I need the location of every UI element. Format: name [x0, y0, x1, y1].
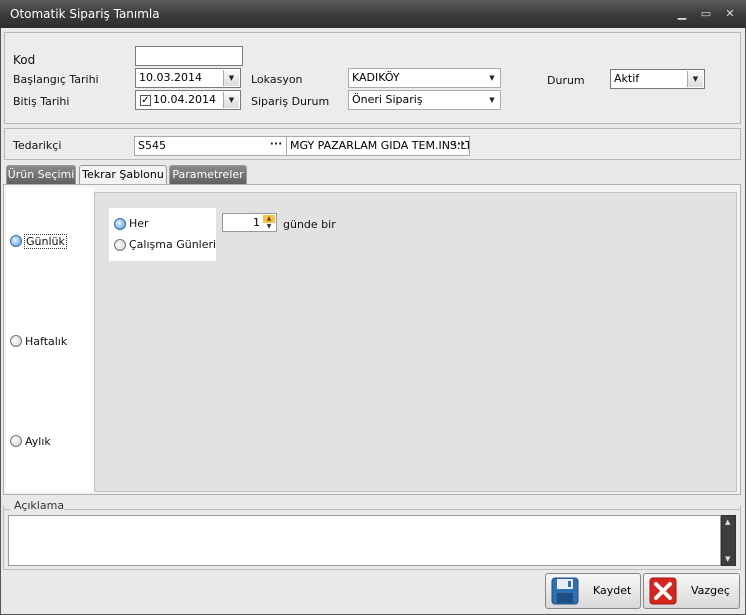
title-bar: Otomatik Sipariş Tanımla ▁ ▭ ✕: [0, 0, 746, 28]
lokasyon-value: KADIKÖY: [352, 71, 400, 84]
her-label[interactable]: Her: [129, 217, 149, 230]
header-panel: Kod Başlangıç Tarihi 10.03.2014 ▼ Bitiş …: [4, 32, 741, 124]
bitis-checkbox[interactable]: ✓: [140, 95, 151, 106]
radio-her[interactable]: [114, 218, 126, 230]
spin-up-icon[interactable]: ▲: [263, 215, 275, 223]
radio-haftalik[interactable]: [10, 335, 22, 347]
notes-textarea[interactable]: [8, 515, 721, 566]
supplier-name-lookup-icon[interactable]: ···: [451, 138, 467, 154]
siparis-durum-label: Sipariş Durum: [251, 95, 330, 108]
close-icon[interactable]: ✕: [722, 6, 738, 22]
scroll-down-icon[interactable]: ▼: [725, 555, 730, 563]
lokasyon-label: Lokasyon: [251, 73, 303, 86]
gunluk-label[interactable]: Günlük: [24, 234, 67, 249]
aciklama-label: Açıklama: [14, 499, 65, 512]
maximize-icon[interactable]: ▭: [698, 6, 714, 22]
daily-options-panel: Her Çalışma Günleri 1 ▲ ▼ günde bir: [94, 192, 737, 492]
durum-dropdown-icon[interactable]: ▼: [687, 71, 703, 87]
interval-value: 1: [253, 216, 260, 229]
calisma-gunleri-label[interactable]: Çalışma Günleri: [129, 238, 216, 251]
notes-group-line-right: [64, 509, 741, 510]
floppy-disk-icon: [551, 577, 579, 605]
baslangic-date-field[interactable]: 10.03.2014 ▼: [135, 68, 241, 88]
spin-down-icon[interactable]: ▼: [263, 223, 275, 231]
bitis-label: Bitiş Tarihi: [13, 95, 70, 108]
siparis-durum-select[interactable]: Öneri Sipariş ▼: [348, 90, 501, 110]
siparis-durum-value: Öneri Sipariş: [352, 93, 423, 106]
durum-value: Aktif: [614, 72, 640, 85]
aylik-label[interactable]: Aylık: [25, 435, 51, 448]
notes-group-line-left: [4, 509, 10, 510]
tab-tekrar-sablonu[interactable]: Tekrar Şablonu: [79, 165, 167, 186]
siparis-durum-dropdown-icon[interactable]: ▼: [486, 93, 498, 107]
tedarikci-label: Tedarikçi: [13, 139, 62, 152]
supplier-name-field[interactable]: MGY PAZARLAM GIDA TEM.INS.LTD ···: [286, 136, 470, 156]
baslangic-date-value: 10.03.2014: [139, 71, 202, 84]
supplier-panel: Tedarikçi S545 ··· MGY PAZARLAM GIDA TEM…: [4, 128, 741, 160]
daily-mode-group: Her Çalışma Günleri: [109, 208, 216, 261]
interval-spinner[interactable]: 1 ▲ ▼: [222, 213, 277, 232]
kod-input[interactable]: [135, 46, 243, 66]
baslangic-label: Başlangıç Tarihi: [13, 73, 99, 86]
tab-parametreler[interactable]: Parametreler: [169, 165, 247, 185]
radio-calisma-gunleri[interactable]: [114, 239, 126, 251]
durum-label: Durum: [547, 74, 585, 87]
bitis-dropdown-icon[interactable]: ▼: [223, 92, 239, 108]
haftalik-label[interactable]: Haftalık: [25, 335, 67, 348]
supplier-code-field[interactable]: S545 ···: [134, 136, 287, 156]
window-title: Otomatik Sipariş Tanımla: [10, 7, 160, 21]
scroll-up-icon[interactable]: ▲: [725, 518, 730, 526]
cancel-button[interactable]: Vazgeç: [643, 573, 740, 609]
cancel-x-icon: [649, 577, 677, 605]
kod-label: Kod: [13, 53, 36, 67]
cancel-button-label: Vazgeç: [691, 584, 730, 597]
durum-select[interactable]: Aktif ▼: [610, 69, 705, 89]
radio-gunluk[interactable]: [10, 235, 22, 247]
supplier-name-value: MGY PAZARLAM GIDA TEM.INS.LTD: [290, 139, 470, 152]
notes-scrollbar[interactable]: ▲ ▼: [721, 515, 736, 566]
interval-suffix: günde bir: [283, 218, 336, 231]
bitis-date-value: 10.04.2014: [153, 93, 216, 106]
baslangic-dropdown-icon[interactable]: ▼: [223, 70, 239, 86]
minimize-icon[interactable]: ▁: [674, 6, 690, 22]
radio-aylik[interactable]: [10, 435, 22, 447]
bitis-date-field[interactable]: ✓ 10.04.2014 ▼: [135, 90, 241, 110]
lokasyon-dropdown-icon[interactable]: ▼: [486, 71, 498, 85]
supplier-code-value: S545: [138, 139, 166, 152]
notes-group: Açıklama ▲ ▼: [3, 499, 741, 570]
tab-urun-secimi[interactable]: Ürün Seçimi: [6, 165, 76, 185]
save-button-label: Kaydet: [593, 584, 632, 597]
lokasyon-select[interactable]: KADIKÖY ▼: [348, 68, 501, 88]
supplier-code-lookup-icon[interactable]: ···: [268, 138, 284, 154]
save-button[interactable]: Kaydet: [545, 573, 641, 609]
period-list: Günlük Haftalık Aylık: [6, 187, 94, 492]
tab-content: Günlük Haftalık Aylık Her Çalışma Günler…: [3, 184, 741, 495]
